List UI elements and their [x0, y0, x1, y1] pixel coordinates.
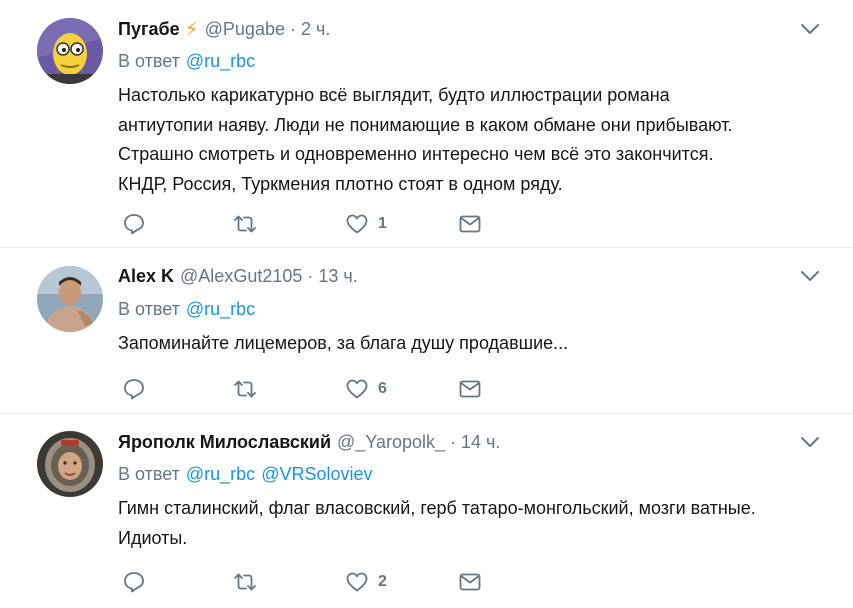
retweet-icon	[234, 215, 256, 233]
mention-link[interactable]: @ru_rbc	[186, 464, 255, 484]
tweet[interactable]: Пугабе ⚡ @Pugabe · 2 ч. В ответ @ru_rbc Н…	[0, 0, 853, 248]
timestamp[interactable]: 2 ч.	[301, 19, 330, 40]
action-bar: 2	[0, 567, 853, 597]
reply-prefix: В ответ	[118, 51, 180, 71]
action-bar: 1	[0, 209, 853, 239]
more-menu-button[interactable]	[797, 19, 823, 39]
monocle-cartoon-avatar-icon	[37, 18, 103, 84]
direct-message-button[interactable]	[458, 374, 482, 404]
envelope-icon	[459, 215, 481, 233]
tweet-text: Запоминайте лицемеров, за блага душу про…	[118, 329, 818, 359]
retweet-button[interactable]	[233, 567, 257, 597]
heart-icon	[346, 572, 368, 592]
retweet-icon	[234, 573, 256, 591]
display-name[interactable]: Alex K	[118, 266, 174, 287]
reply-icon	[124, 214, 144, 235]
reply-context: В ответ @ru_rbc	[118, 299, 255, 320]
timestamp[interactable]: 14 ч.	[461, 432, 500, 453]
man-photo-avatar-icon	[37, 266, 103, 332]
tweet-text-line: Запоминайте лицемеров, за блага душу про…	[118, 333, 569, 353]
cosmonaut-avatar-icon	[37, 431, 103, 497]
user-handle[interactable]: @AlexGut2105	[180, 266, 302, 287]
tweet-text: Гимн сталинский, флаг власовский, герб т…	[118, 494, 818, 553]
chevron-down-icon	[801, 437, 819, 447]
retweet-button[interactable]	[233, 209, 257, 239]
tweet-text-line: Настолько карикатурно всё выглядит, будт…	[118, 85, 670, 105]
tweet-text-line: Идиоты.	[118, 527, 188, 548]
heart-icon	[346, 214, 368, 234]
display-name[interactable]: Ярополк Милославский	[118, 432, 331, 453]
reply-context: В ответ @ru_rbc @VRSoloviev	[118, 464, 373, 485]
retweet-button[interactable]	[233, 374, 257, 404]
like-count: 6	[378, 380, 387, 397]
mention-link[interactable]: @VRSoloviev	[261, 464, 372, 484]
reply-icon	[124, 572, 144, 593]
mention-link[interactable]: @ru_rbc	[186, 299, 255, 319]
reply-button[interactable]	[122, 374, 146, 404]
separator: ·	[307, 265, 314, 286]
like-count: 2	[378, 573, 387, 590]
retweet-icon	[234, 380, 256, 398]
reply-button[interactable]	[122, 567, 146, 597]
tweet-header: Alex K @AlexGut2105 · 13 ч.	[118, 263, 358, 289]
direct-message-button[interactable]	[458, 567, 482, 597]
tweet[interactable]: Alex K @AlexGut2105 · 13 ч. В ответ @ru_r…	[0, 248, 853, 414]
more-menu-button[interactable]	[797, 266, 823, 286]
like-button[interactable]: 1	[345, 209, 387, 239]
tweet-text-line: КНДР, Россия, Туркмения плотно стоят в о…	[118, 173, 563, 194]
mention-link[interactable]: @ru_rbc	[186, 51, 255, 71]
reply-prefix: В ответ	[118, 464, 180, 484]
like-button[interactable]: 6	[345, 374, 387, 404]
reply-button[interactable]	[122, 209, 146, 239]
tweet-header: Ярополк Милославский @_Yaropolk_ · 14 ч.	[118, 429, 500, 455]
display-name[interactable]: Пугабе	[118, 19, 180, 40]
heart-icon	[346, 379, 368, 399]
timestamp[interactable]: 13 ч.	[318, 266, 357, 287]
reply-prefix: В ответ	[118, 299, 180, 319]
direct-message-button[interactable]	[458, 209, 482, 239]
tweet-header: Пугабе ⚡ @Pugabe · 2 ч.	[118, 16, 330, 42]
separator: ·	[450, 431, 457, 452]
reply-icon	[124, 379, 144, 400]
avatar[interactable]	[37, 431, 103, 497]
avatar[interactable]	[37, 18, 103, 84]
user-handle[interactable]: @Pugabe	[205, 19, 285, 40]
like-button[interactable]: 2	[345, 567, 387, 597]
chevron-down-icon	[801, 24, 819, 34]
action-bar: 6	[0, 374, 853, 404]
lightning-badge: ⚡	[184, 18, 199, 41]
tweet-text: Настолько карикатурно всё выглядит, будт…	[118, 81, 818, 199]
envelope-icon	[459, 573, 481, 591]
like-count: 1	[378, 215, 387, 232]
avatar[interactable]	[37, 266, 103, 332]
chevron-down-icon	[801, 271, 819, 281]
tweet-text-line: антиутопии наяву. Люди не понимающие в к…	[118, 114, 733, 135]
user-handle[interactable]: @_Yaropolk_	[337, 432, 445, 453]
tweet-text-line: Страшно смотреть и одновременно интересн…	[118, 144, 714, 164]
tweet-text-line: Гимн сталинский, флаг власовский, герб т…	[118, 498, 756, 518]
separator: ·	[289, 18, 296, 39]
envelope-icon	[459, 380, 481, 398]
tweet[interactable]: Ярополк Милославский @_Yaropolk_ · 14 ч.…	[0, 414, 853, 608]
more-menu-button[interactable]	[797, 432, 823, 452]
reply-context: В ответ @ru_rbc	[118, 51, 255, 72]
